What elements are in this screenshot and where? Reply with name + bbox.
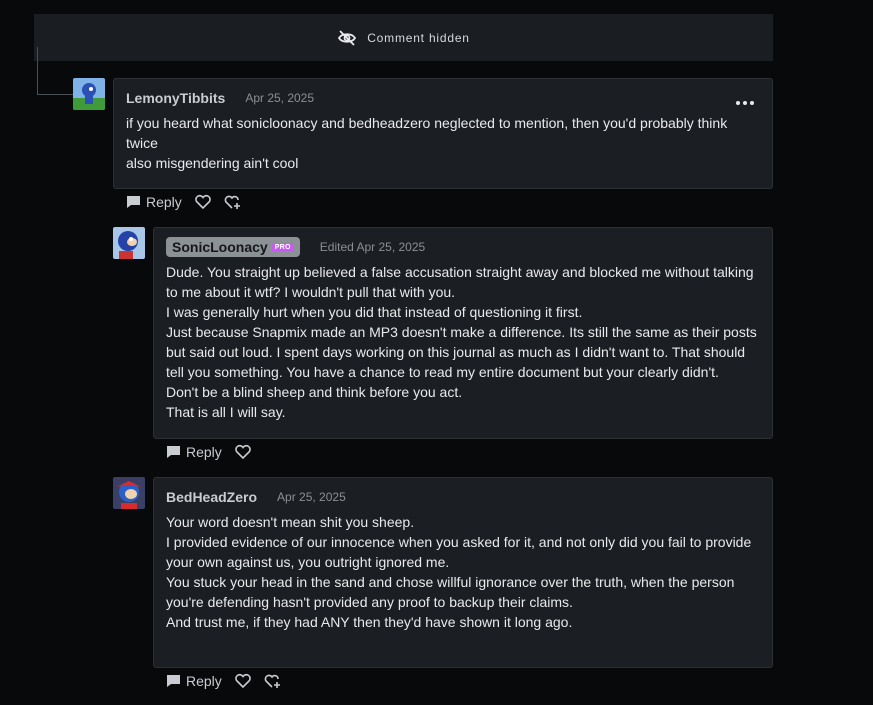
avatar-image bbox=[113, 227, 145, 259]
reply-label: Reply bbox=[186, 444, 222, 460]
speech-bubble-icon bbox=[127, 196, 140, 208]
reply-label: Reply bbox=[146, 194, 182, 210]
comment-date: Apr 25, 2025 bbox=[245, 91, 315, 105]
comment-line: Don't be a blind sheep and think before … bbox=[166, 384, 463, 400]
comment-actions: Reply bbox=[166, 444, 252, 460]
favourite-add-icon[interactable] bbox=[224, 194, 242, 210]
comment-line: And trust me, if they had ANY then they'… bbox=[166, 614, 573, 630]
comment-line: I was generally hurt when you did that i… bbox=[166, 304, 583, 320]
comment-line: That is all I will say. bbox=[166, 404, 286, 420]
favourite-add-icon[interactable] bbox=[264, 673, 282, 689]
comment-line: Dude. You straight up believed a false a… bbox=[166, 264, 754, 280]
avatar[interactable] bbox=[113, 227, 145, 259]
comment-card: LemonyTibbits Apr 25, 2025 if you heard … bbox=[113, 78, 773, 189]
username-label: SonicLoonacy bbox=[172, 239, 268, 255]
avatar[interactable] bbox=[113, 477, 145, 509]
reply-button[interactable]: Reply bbox=[166, 673, 222, 689]
reply-button[interactable]: Reply bbox=[126, 194, 182, 210]
comment-card: SonicLoonacy PRO Edited Apr 25, 2025 Dud… bbox=[153, 227, 773, 439]
comment-line: You stuck your head in the sand and chos… bbox=[166, 574, 735, 590]
heart-icon[interactable] bbox=[194, 194, 212, 210]
reply-label: Reply bbox=[186, 673, 222, 689]
comment-line: Just because Snapmix made an MP3 doesn't… bbox=[166, 324, 757, 340]
comment-body: Your word doesn't mean shit you sheep. I… bbox=[166, 512, 751, 632]
comment-date: Apr 25, 2025 bbox=[277, 490, 346, 504]
avatar[interactable] bbox=[73, 78, 105, 110]
comment-line: twice bbox=[126, 135, 158, 151]
comment-line: you're defending hasn't provided any pro… bbox=[166, 594, 573, 610]
comment-line: tell you something. You have a chance to… bbox=[166, 364, 719, 380]
comment-line: to me about it wtf? I wouldn't pull that… bbox=[166, 284, 456, 300]
pro-badge: PRO bbox=[271, 242, 294, 252]
comment-line: also misgendering ain't cool bbox=[126, 155, 299, 171]
username[interactable]: BedHeadZero bbox=[166, 489, 257, 505]
username[interactable]: SonicLoonacy PRO bbox=[166, 237, 300, 257]
heart-icon[interactable] bbox=[234, 673, 252, 689]
comment-line: if you heard what sonicloonacy and bedhe… bbox=[126, 115, 728, 131]
comment-actions: Reply bbox=[126, 194, 242, 210]
hidden-comment-label: Comment hidden bbox=[367, 30, 470, 45]
thread-connector bbox=[37, 47, 73, 95]
avatar-image bbox=[113, 477, 145, 509]
speech-bubble-icon bbox=[167, 446, 180, 458]
comment-body: if you heard what sonicloonacy and bedhe… bbox=[126, 113, 727, 173]
reply-button[interactable]: Reply bbox=[166, 444, 222, 460]
hidden-comment-bar[interactable]: Comment hidden bbox=[34, 14, 773, 61]
comment-actions: Reply bbox=[166, 673, 282, 689]
speech-bubble-icon bbox=[167, 675, 180, 687]
comment-body: Dude. You straight up believed a false a… bbox=[166, 262, 757, 422]
comment-line: I provided evidence of our innocence whe… bbox=[166, 534, 752, 550]
comment-date: Edited Apr 25, 2025 bbox=[319, 240, 426, 254]
avatar-image bbox=[73, 78, 105, 110]
more-options-icon[interactable] bbox=[736, 101, 754, 105]
comment-card: BedHeadZero Apr 25, 2025 Your word doesn… bbox=[153, 477, 773, 668]
eye-slash-icon bbox=[338, 29, 357, 46]
comment-line: Your word doesn't mean shit you sheep. bbox=[166, 514, 415, 530]
heart-icon[interactable] bbox=[234, 444, 252, 460]
comment-line: your own against us, you outright ignore… bbox=[166, 554, 450, 570]
comment-line: but said out loud. I spent days working … bbox=[166, 344, 746, 360]
username[interactable]: LemonyTibbits bbox=[126, 90, 225, 106]
